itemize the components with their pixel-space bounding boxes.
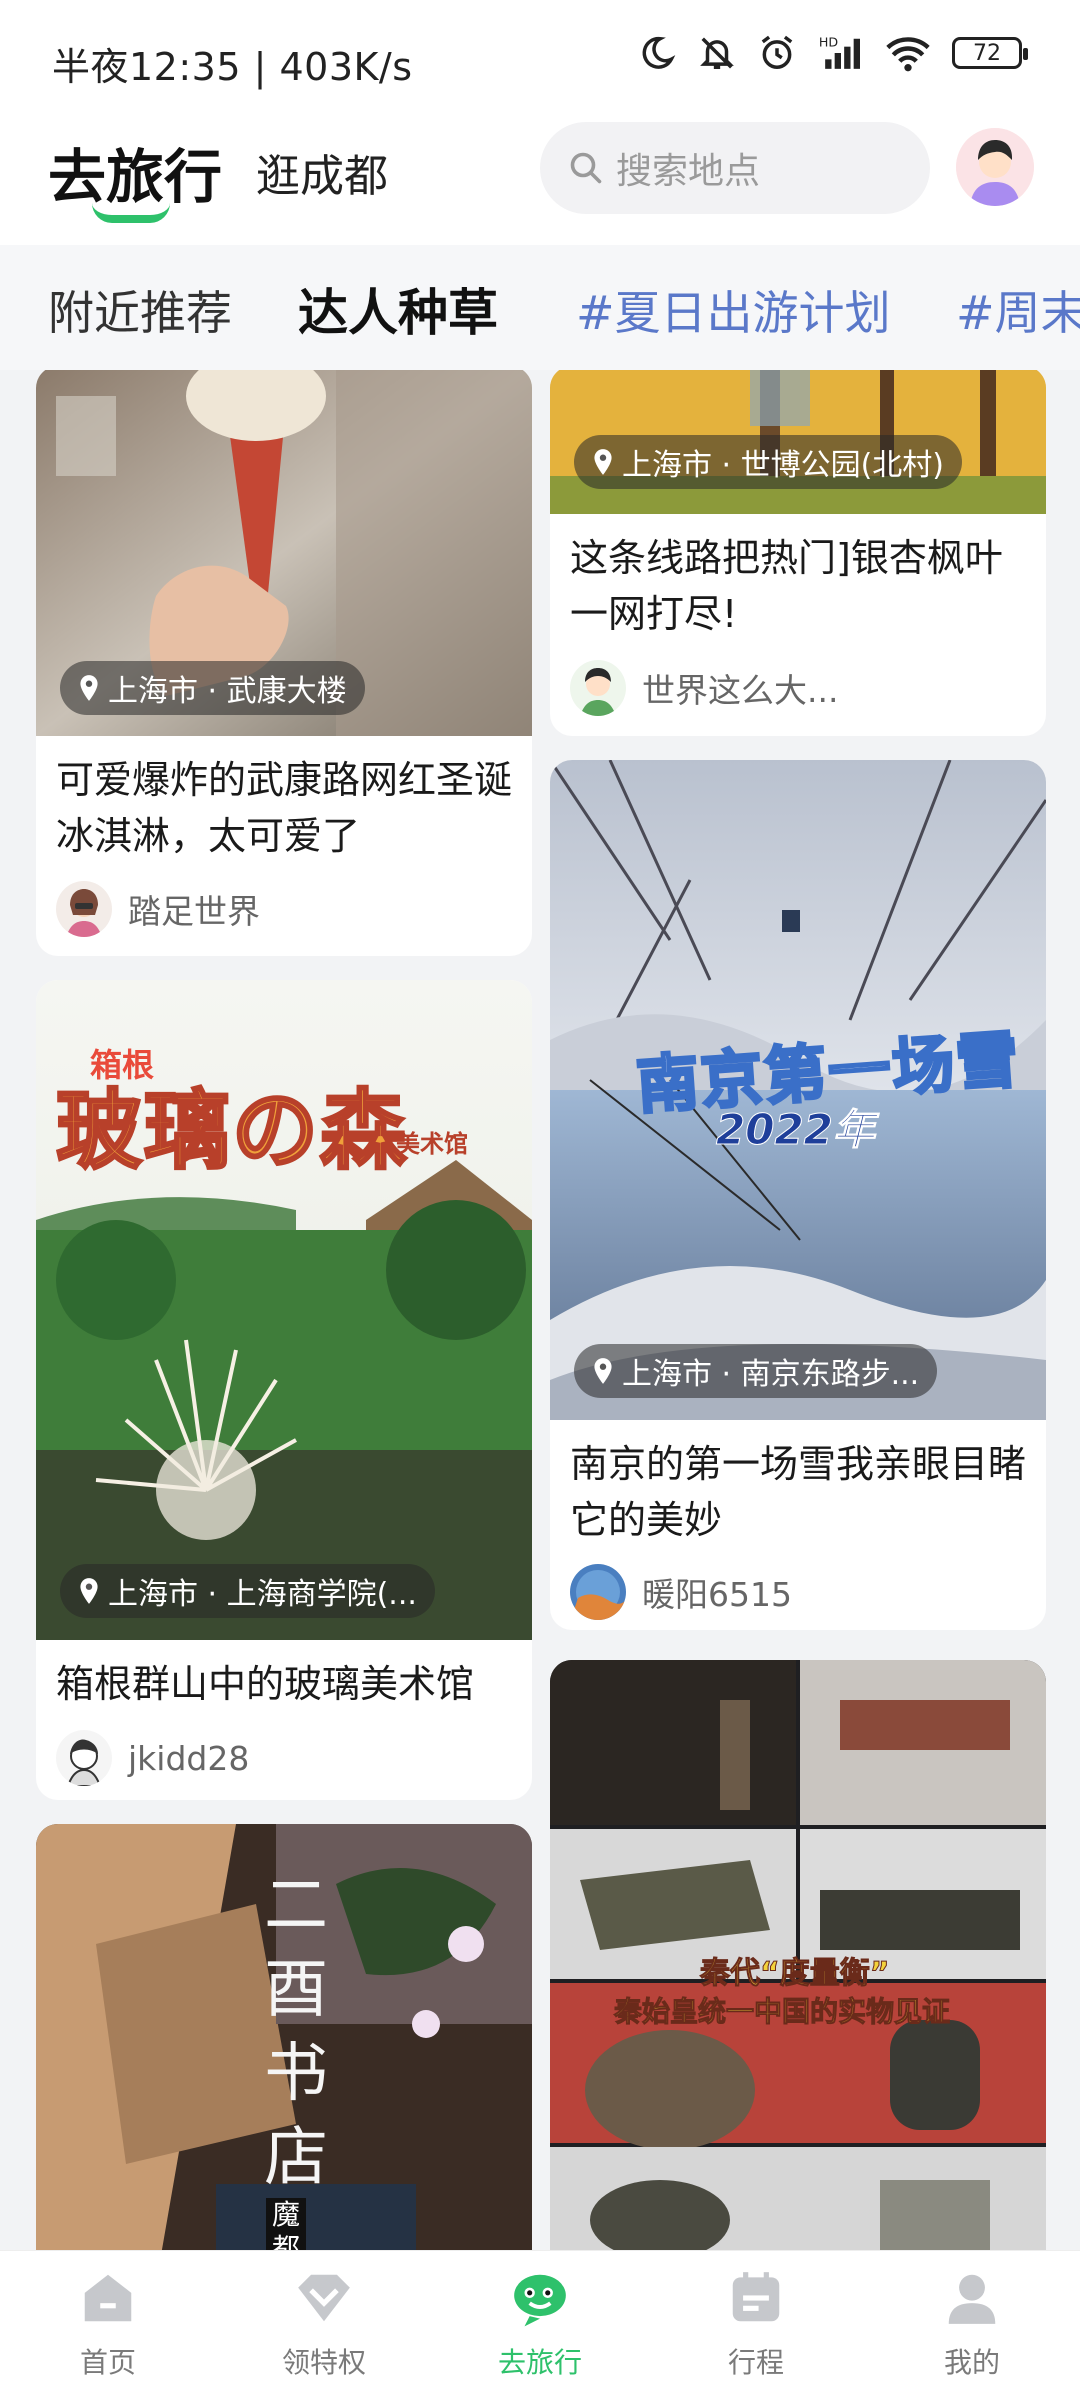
tab-summer-plan[interactable]: #夏日出游计划 [576, 277, 891, 343]
overlay-sub: 魔都 [266, 2198, 306, 2250]
card-title: 南京的第一场雪我亲眼目睹它的美妙 [570, 1442, 1027, 1542]
city-link[interactable]: 逛成都 [256, 140, 388, 204]
location-pin-icon [594, 1358, 612, 1384]
mute-bell-icon [700, 37, 734, 69]
author-name: jkidd28 [128, 1738, 250, 1778]
search-input[interactable]: 搜索地点 [540, 122, 930, 214]
overlay-year: 2022年 [716, 1105, 876, 1155]
location-text: 上海市 · 上海商学院(... [108, 1577, 417, 1612]
status-icons: HD 72 [638, 34, 1028, 72]
author-avatar [56, 881, 112, 937]
moon-icon [642, 36, 676, 69]
overlay-title: 玻璃の森 [55, 1080, 408, 1183]
status-time-speed: 半夜12:35 | 403K/s [52, 45, 413, 89]
author-avatar [56, 1730, 112, 1786]
feed-card[interactable]: 秦代“度量衡” 秦始皇统一中国的实物见证 [550, 1660, 1046, 2250]
person-icon [948, 2274, 996, 2324]
nav-privileges[interactable]: 领特权 [244, 2267, 404, 2381]
card-title: 这条线路把热门]银杏枫叶一网打尽! [570, 536, 1003, 636]
overlay-title: 二酉书店 [264, 1869, 328, 2195]
card-author: 踏足世界 [56, 881, 260, 937]
svg-text:HD: HD [819, 35, 838, 50]
location-tag: 上海市 · 南京东路步... [574, 1344, 938, 1398]
nav-mine[interactable]: 我的 [892, 2267, 1052, 2381]
tab-influencer[interactable]: 达人种草 [292, 273, 508, 351]
location-text: 上海市 · 武康大楼 [108, 674, 347, 709]
author-avatar [570, 1564, 626, 1620]
bottom-nav: 首页 领特权 去旅行 行程 我的 [0, 2250, 1080, 2400]
home-icon [84, 2274, 132, 2322]
card-author: jkidd28 [56, 1730, 249, 1786]
location-pin-icon [594, 449, 612, 475]
location-pin-icon [80, 675, 98, 701]
tab-nearby[interactable]: 附近推荐 [48, 277, 232, 343]
category-tabs: 附近推荐 达人种草 #夏日出游计划 #周末 [0, 245, 1080, 370]
diamond-icon [298, 2274, 350, 2322]
card-author: 暖阳6515 [570, 1564, 792, 1620]
feed-card[interactable]: 二酉书店 魔都 [36, 1824, 532, 2250]
card-title: 可爱爆炸的武康路网红圣诞冰淇淋，太可爱了 [56, 758, 513, 858]
page-title: 去旅行 [48, 143, 223, 211]
signal-icon: HD [819, 35, 860, 69]
nav-home[interactable]: 首页 [28, 2267, 188, 2381]
feed-card[interactable]: 上海市 · 世博公园(北村) 这条线路把热门]银杏枫叶一网打尽! 世界这么大..… [550, 370, 1046, 736]
search-icon [570, 152, 602, 184]
card-author: 世界这么大... [570, 660, 838, 716]
location-pin-icon [80, 1578, 98, 1604]
author-name: 暖阳6515 [642, 1575, 792, 1614]
header: 去旅行 逛成都 搜索地点 [0, 120, 1080, 245]
avatar[interactable] [956, 128, 1034, 206]
location-text: 上海市 · 世博公园(北村) [622, 448, 945, 483]
author-avatar [570, 660, 626, 716]
battery-indicator: 72 [952, 37, 1028, 69]
status-bar: 半夜12:35 | 403K/s HD 72 [0, 0, 1080, 120]
tab-weekend[interactable]: #周末 [956, 277, 1080, 343]
overlay-line2: 秦始皇统一中国的实物见证 [613, 1995, 951, 2029]
feed: 上海市 · 武康大楼 可爱爆炸的武康路网红圣诞冰淇淋，太可爱了 踏足世界 上海市… [0, 370, 1080, 2250]
wifi-icon [886, 37, 930, 72]
alarm-icon [761, 35, 793, 69]
author-name: 踏足世界 [128, 892, 260, 931]
overlay-sub: 美术馆 [396, 1130, 468, 1158]
feed-card[interactable]: 上海市 · 武康大楼 可爱爆炸的武康路网红圣诞冰淇淋，太可爱了 踏足世界 [36, 370, 532, 956]
nav-travel[interactable]: 去旅行 [460, 2267, 620, 2381]
calendar-icon [732, 2272, 780, 2322]
overlay-line1: 秦代“度量衡” [699, 1956, 890, 1992]
feed-card[interactable]: 南京第一场雪 2022年 上海市 · 南京东路步... 南京的第一场雪我亲眼目睹… [550, 760, 1046, 1630]
feed-card[interactable]: 箱根 玻璃の森 美术馆 上海市 · 上海商学院(... 箱根群山中的玻璃美术馆 … [36, 980, 532, 1800]
author-name: 世界这么大... [642, 671, 839, 710]
title-underline [92, 203, 170, 223]
location-tag: 上海市 · 世博公园(北村) [574, 435, 963, 489]
card-title: 箱根群山中的玻璃美术馆 [56, 1662, 475, 1706]
location-tag: 上海市 · 上海商学院(... [60, 1564, 435, 1618]
search-placeholder: 搜索地点 [616, 151, 761, 192]
location-tag: 上海市 · 武康大楼 [60, 661, 365, 715]
location-text: 上海市 · 南京东路步... [622, 1357, 920, 1392]
nav-itinerary[interactable]: 行程 [676, 2267, 836, 2381]
travel-mascot-icon [514, 2274, 566, 2327]
